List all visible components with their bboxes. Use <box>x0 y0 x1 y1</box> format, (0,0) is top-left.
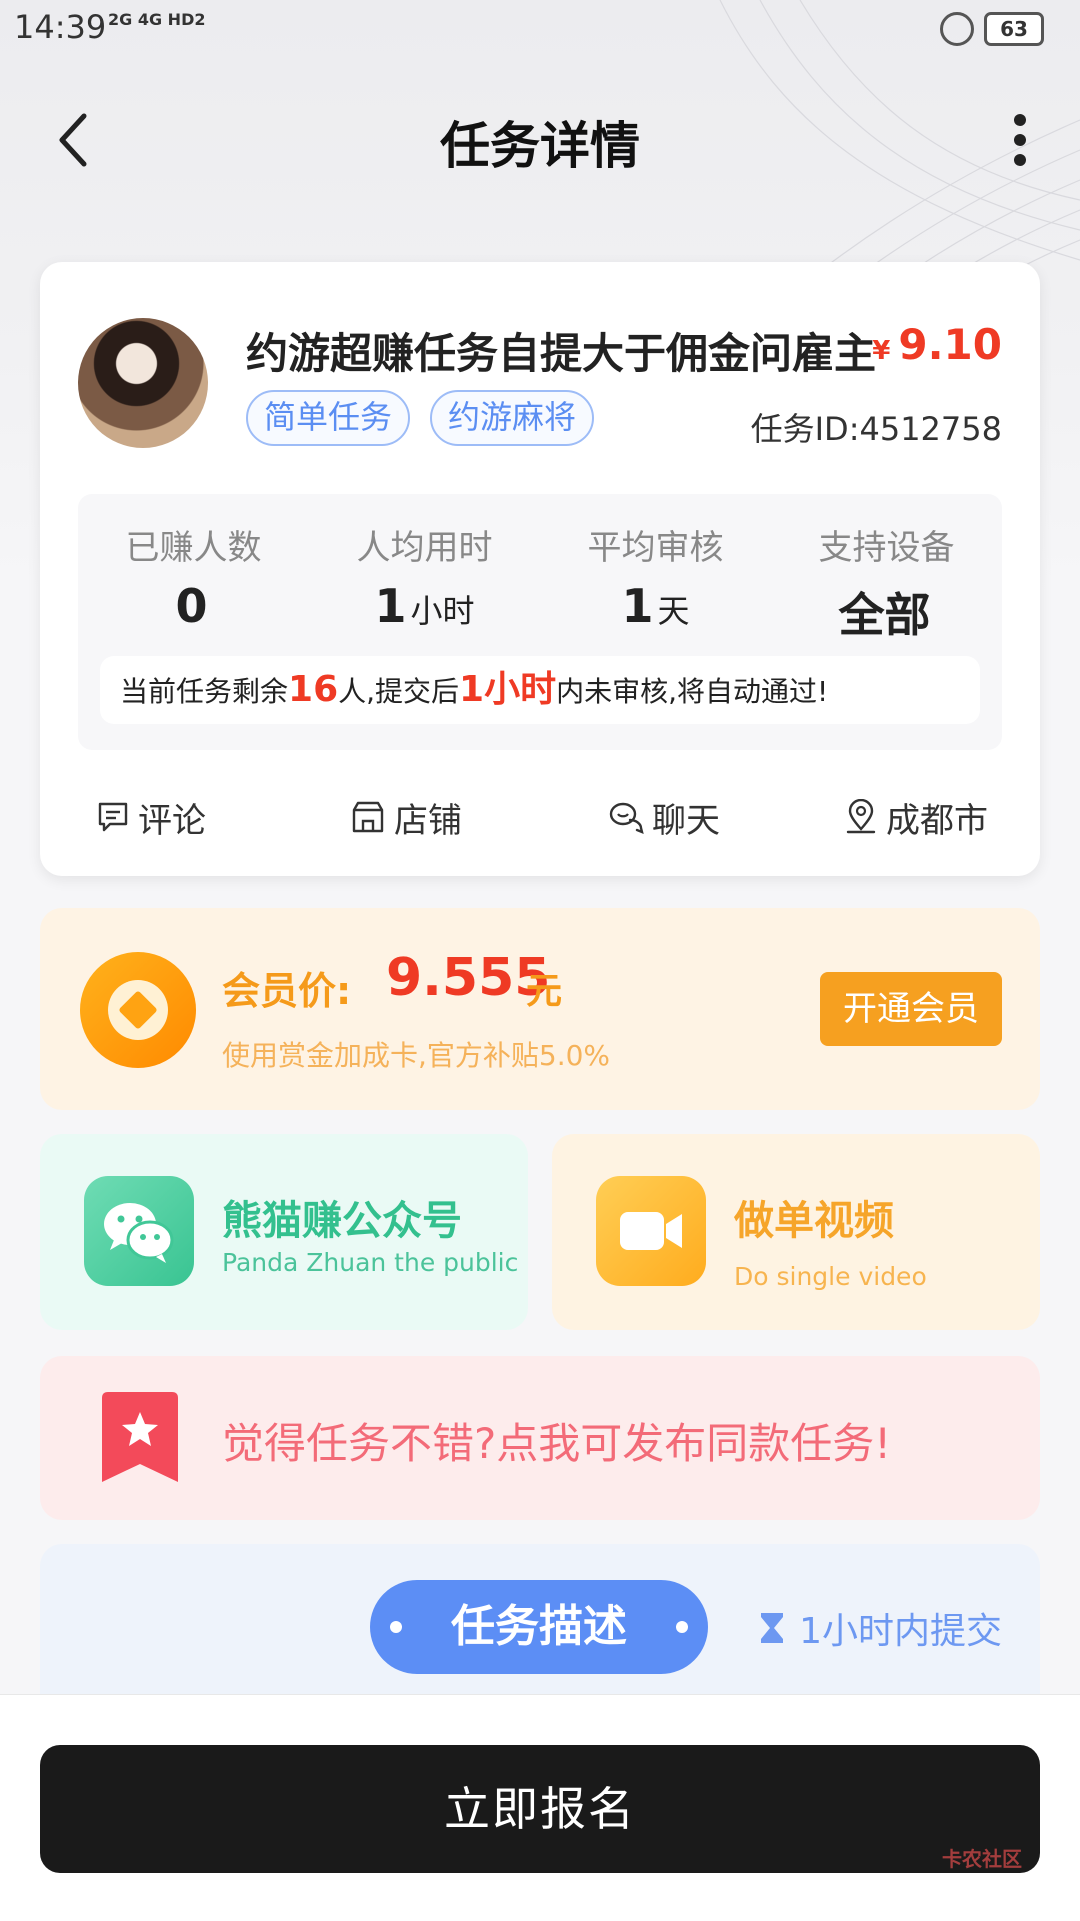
chat-label: 聊天 <box>652 800 720 841</box>
location-button[interactable]: 成都市 <box>844 782 988 852</box>
open-membership-button[interactable]: 开通会员 <box>820 972 1002 1046</box>
price-currency: ¥ <box>872 336 891 366</box>
promo-title: 熊猫赚公众号 <box>222 1198 462 1244</box>
status-time: 14:39 <box>14 8 107 46</box>
stat-value: 1 小时 <box>374 579 475 633</box>
signup-button[interactable]: 立即报名 <box>40 1745 1040 1873</box>
stat-label: 平均审核 <box>587 528 724 568</box>
chat-button[interactable]: 聊天 <box>608 782 720 852</box>
location-icon <box>846 799 876 834</box>
auto-approve-notice: 当前任务剩余16人,提交后1小时内未审核,将自动通过! <box>100 656 980 724</box>
rotation-lock-icon <box>940 12 974 46</box>
avatar[interactable] <box>78 318 208 448</box>
shop-label: 店铺 <box>394 800 462 841</box>
more-icon[interactable] <box>1000 110 1040 170</box>
stat-label: 人均用时 <box>356 528 493 568</box>
member-price-card: 会员价: 9.555 元 使用赏金加成卡,官方补贴5.0% 开通会员 <box>40 908 1040 1110</box>
promo-title: 做单视频 <box>734 1198 894 1244</box>
task-title: 约游超赚任务自提大于佣金问雇主 <box>246 329 877 378</box>
description-title: 任务描述 <box>451 1601 627 1652</box>
promo-subtitle: Do single video <box>734 1262 927 1291</box>
chat-icon <box>609 802 644 834</box>
publish-similar-task-banner[interactable]: 觉得任务不错?点我可发布同款任务! <box>40 1356 1040 1520</box>
submit-time-limit: 1小时内提交 <box>759 1602 1002 1654</box>
stat-label: 支持设备 <box>818 528 955 568</box>
task-actions: 评论 店铺 聊天 成都市 <box>40 782 1040 852</box>
page-title: 任务详情 <box>440 117 640 175</box>
bookmark-star-icon <box>102 1392 178 1482</box>
location-label: 成都市 <box>886 800 988 841</box>
task-price: ¥9.10 <box>872 320 1002 369</box>
time-limit-text: 1小时内提交 <box>799 1611 1002 1652</box>
tag-simple-task[interactable]: 简单任务 <box>246 390 410 446</box>
comment-label: 评论 <box>138 800 206 841</box>
stat-label: 已赚人数 <box>125 528 262 568</box>
task-id: 任务ID:4512758 <box>750 410 1002 448</box>
tag-category[interactable]: 约游麻将 <box>430 390 594 446</box>
status-bar: 14:39 2G 4G HD2 63 <box>0 0 1080 56</box>
stat-value: 0 <box>175 579 208 633</box>
description-tab[interactable]: 任务描述 <box>370 1580 708 1674</box>
stat-earned-count: 已赚人数 0 <box>78 520 309 633</box>
stat-devices: 支持设备 全部 <box>771 520 1002 645</box>
wechat-icon <box>84 1176 194 1286</box>
wechat-official-account-card[interactable]: 熊猫赚公众号 Panda Zhuan the public <box>40 1134 528 1330</box>
price-value: 9.10 <box>898 320 1002 369</box>
nav-bar: 任务详情 <box>0 96 1080 186</box>
hourglass-icon <box>761 1613 784 1643</box>
video-camera-icon <box>596 1176 706 1286</box>
stat-avg-time: 人均用时 1 小时 <box>309 520 540 633</box>
bottom-bar: 立即报名 卡农社区 <box>0 1694 1080 1921</box>
task-stats: 已赚人数 0 人均用时 1 小时 平均审核 1天 支持设备 全部 当前任务剩余16… <box>78 494 1002 750</box>
member-price-unit: 元 <box>526 971 563 1012</box>
member-price-label: 会员价: <box>222 969 352 1013</box>
coin-icon <box>80 952 196 1068</box>
tutorial-video-card[interactable]: 做单视频 Do single video <box>552 1134 1040 1330</box>
promo-subtitle: Panda Zhuan the public <box>222 1248 519 1277</box>
shop-icon <box>352 801 384 833</box>
comment-icon <box>98 802 128 832</box>
task-description-section: 任务描述 1小时内提交 <box>40 1544 1040 1694</box>
member-subsidy-text: 使用赏金加成卡,官方补贴5.0% <box>222 1039 611 1072</box>
comment-button[interactable]: 评论 <box>96 782 206 852</box>
battery-icon: 63 <box>984 12 1044 46</box>
publish-text: 觉得任务不错?点我可发布同款任务! <box>222 1419 892 1468</box>
stat-value: 全部 <box>838 588 931 642</box>
watermark-logo: 卡农社区 <box>942 1847 1022 1871</box>
shop-button[interactable]: 店铺 <box>350 782 462 852</box>
task-info-card: 约游超赚任务自提大于佣金问雇主 ¥9.10 简单任务 约游麻将 任务ID:451… <box>40 262 1040 876</box>
stat-avg-review: 平均审核 1天 <box>540 520 771 633</box>
stat-value: 1天 <box>621 579 690 633</box>
signal-indicators: 2G 4G HD2 <box>108 10 206 29</box>
